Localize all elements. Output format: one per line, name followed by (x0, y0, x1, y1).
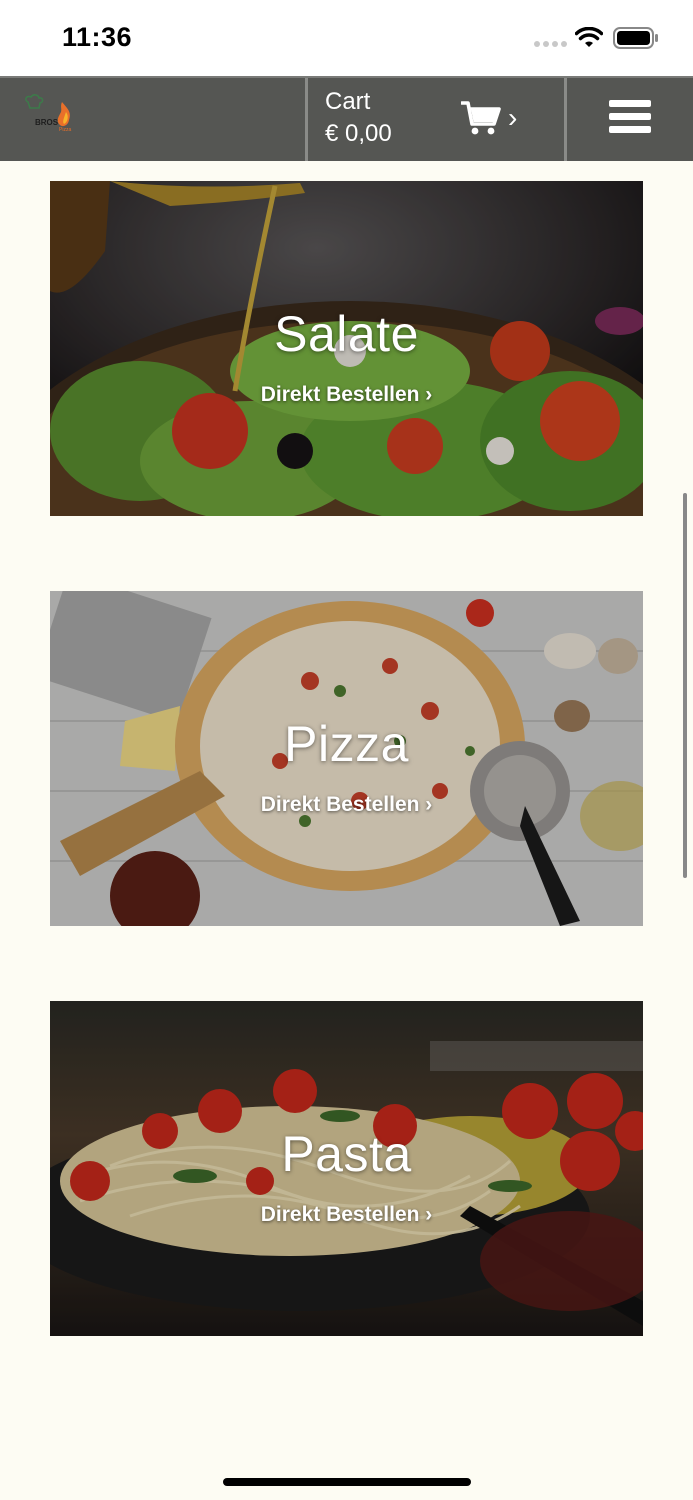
scrollbar[interactable] (683, 493, 687, 878)
status-time: 11:36 (62, 22, 133, 52)
category-card-pizza[interactable]: Pizza Direkt Bestellen › (50, 591, 643, 926)
battery-icon (613, 27, 658, 49)
shopping-cart-icon[interactable] (461, 100, 501, 136)
svg-text:Pizza: Pizza (59, 127, 71, 133)
category-card-salate[interactable]: Salate Direkt Bestellen › (50, 181, 643, 516)
status-bar: 11:36 (0, 0, 693, 76)
order-now-link[interactable]: Direkt Bestellen › (50, 793, 643, 817)
svg-text:BROS: BROS (35, 118, 59, 127)
header-divider (564, 78, 567, 161)
cart-total[interactable]: € 0,00 (325, 120, 392, 148)
cart-label[interactable]: Cart (325, 88, 370, 116)
cellular-signal-icon (534, 41, 567, 47)
home-indicator[interactable] (223, 1478, 471, 1486)
wifi-icon (575, 27, 603, 47)
cart-chevron-icon[interactable]: › (508, 102, 517, 134)
category-card-pasta[interactable]: Pasta Direkt Bestellen › (50, 1001, 643, 1336)
category-title: Pasta (281, 1126, 412, 1182)
order-now-link[interactable]: Direkt Bestellen › (50, 383, 643, 407)
hamburger-menu-icon[interactable] (609, 98, 651, 134)
app-header: BROS Pizza Cart € 0,00 › (0, 76, 693, 161)
header-divider (305, 78, 308, 161)
category-title: Pizza (284, 716, 409, 772)
bros-pizza-logo[interactable]: BROS Pizza (22, 94, 80, 140)
order-now-link[interactable]: Direkt Bestellen › (50, 1203, 643, 1227)
category-title: Salate (274, 306, 419, 362)
